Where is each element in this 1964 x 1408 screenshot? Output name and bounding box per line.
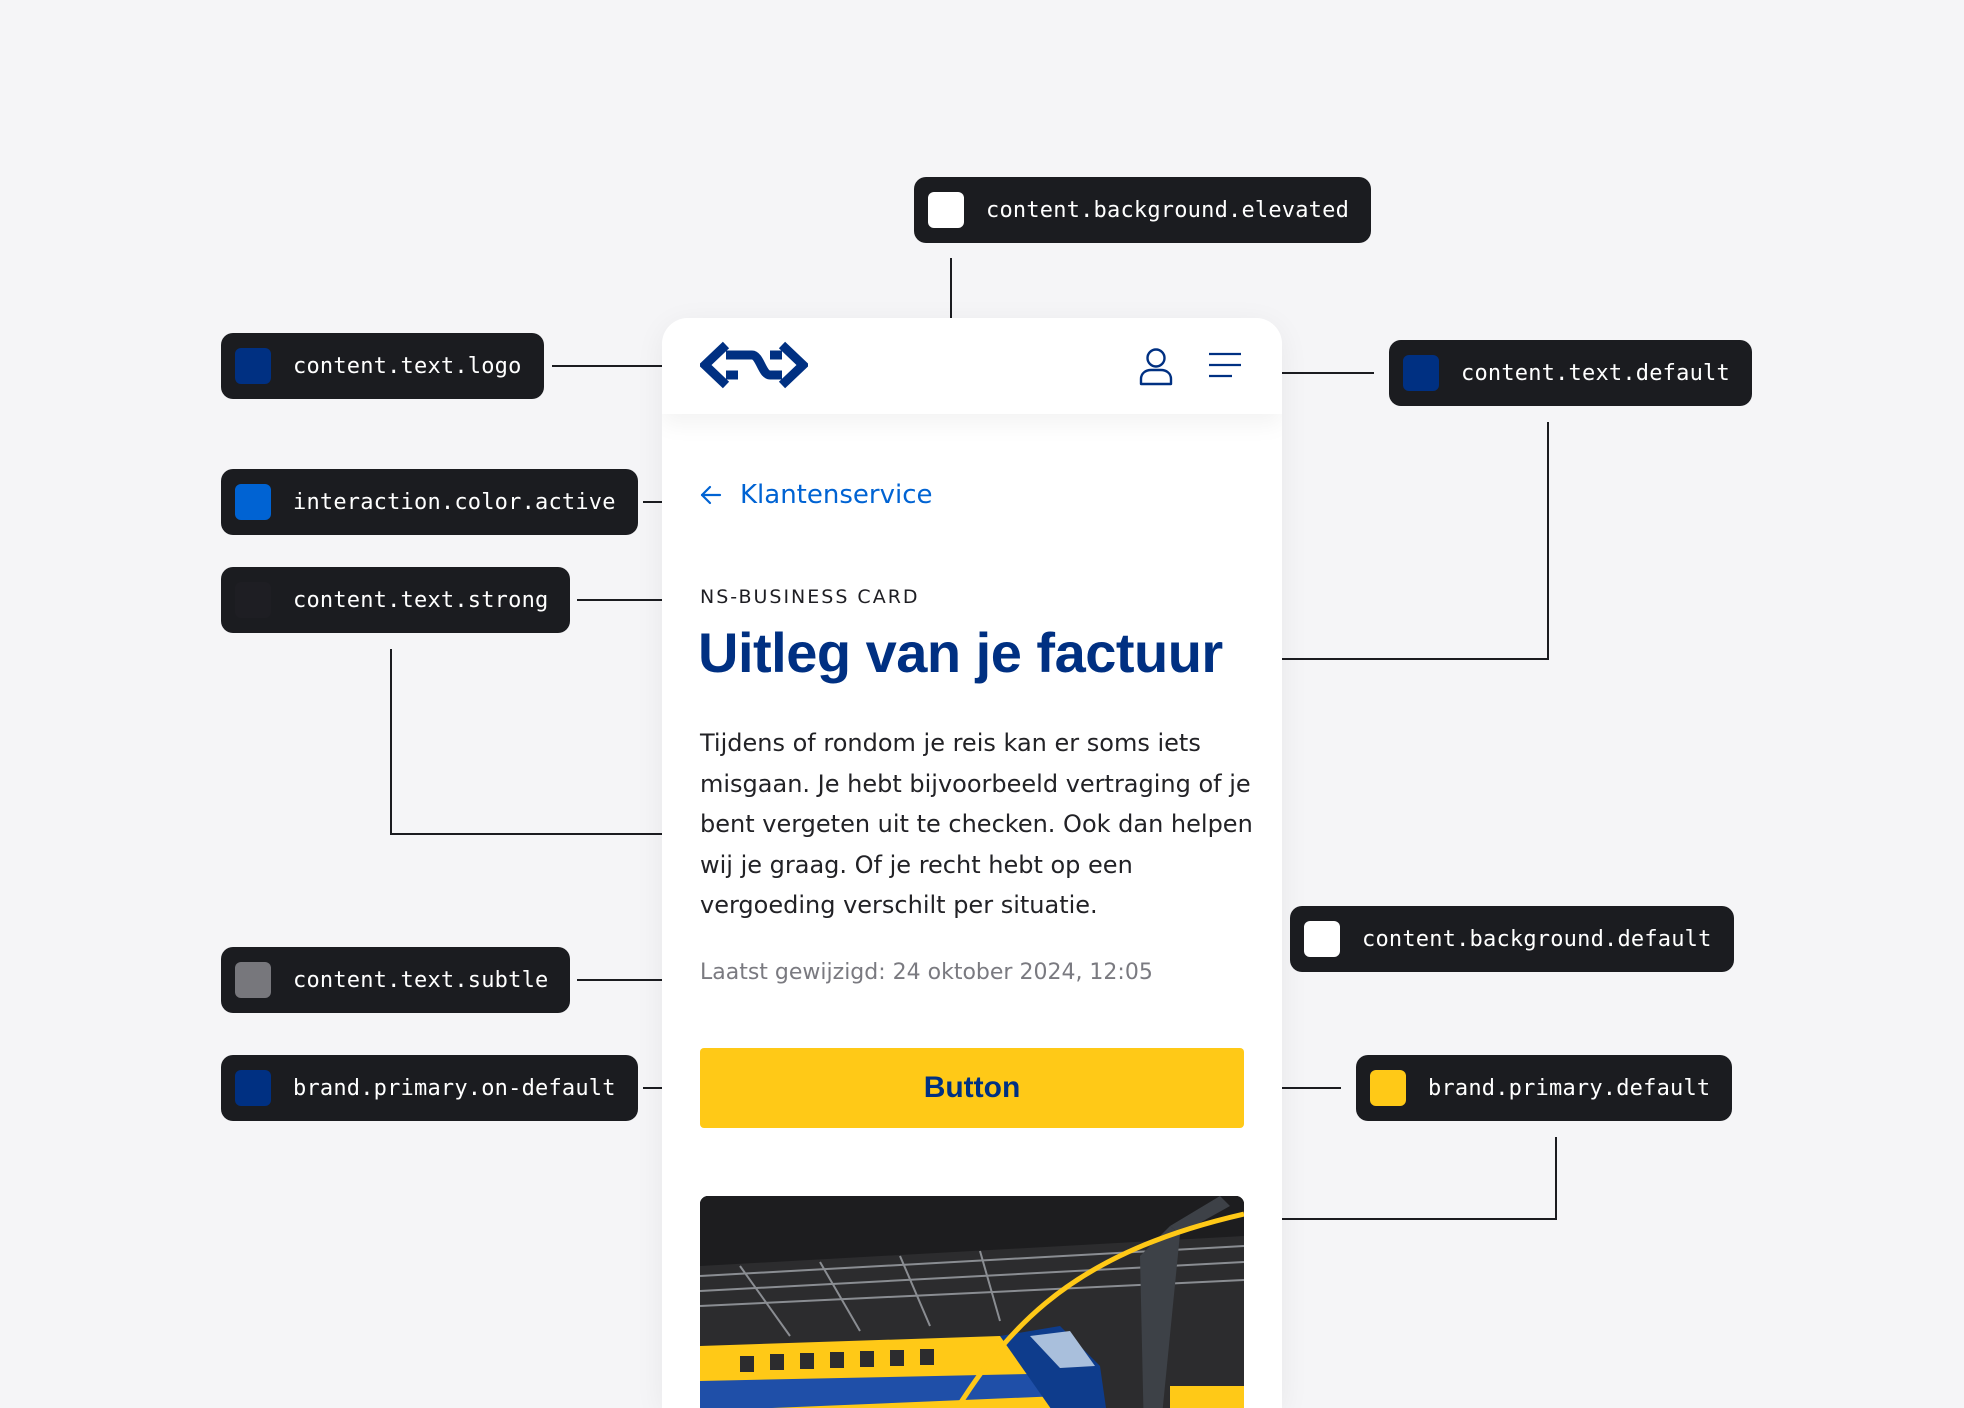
page-title: Uitleg van je factuur <box>698 621 1223 684</box>
color-swatch <box>235 962 271 998</box>
token-text-strong: content.text.strong <box>221 567 571 633</box>
color-swatch <box>1403 355 1439 391</box>
token-background-default: content.background.default <box>1290 906 1734 972</box>
token-interaction-active: interaction.color.active <box>221 469 638 535</box>
token-name: content.background.elevated <box>986 197 1350 223</box>
token-name: content.text.logo <box>293 353 522 379</box>
token-background-elevated: content.background.elevated <box>914 177 1372 243</box>
body-text: Tijdens of rondom je reis kan er soms ie… <box>700 729 1253 919</box>
token-text-logo: content.text.logo <box>221 333 544 399</box>
arrow-left-icon <box>700 485 722 505</box>
token-primary-default: brand.primary.default <box>1356 1055 1733 1121</box>
token-text-subtle: content.text.subtle <box>221 947 571 1013</box>
color-swatch <box>1304 921 1340 957</box>
token-name: content.text.subtle <box>293 967 549 993</box>
back-link[interactable]: Klantenservice <box>700 480 933 510</box>
token-text-default: content.text.default <box>1389 340 1752 406</box>
color-swatch <box>235 1070 271 1106</box>
token-name: content.text.strong <box>293 587 549 613</box>
phone-screen: Klantenservice NS-BUSINESS CARD Uitleg v… <box>662 318 1282 1408</box>
app-header <box>662 318 1282 414</box>
back-link-label[interactable]: Klantenservice <box>740 480 933 510</box>
eyebrow-label: NS-BUSINESS CARD <box>700 586 920 608</box>
token-name: content.background.default <box>1362 926 1712 952</box>
ns-logo-icon[interactable] <box>700 340 808 390</box>
color-swatch <box>928 192 964 228</box>
menu-icon[interactable] <box>1208 351 1242 379</box>
color-swatch <box>235 348 271 384</box>
token-name: interaction.color.active <box>293 489 616 515</box>
token-name: brand.primary.on-default <box>293 1075 616 1101</box>
token-primary-on-default: brand.primary.on-default <box>221 1055 638 1121</box>
color-swatch <box>235 484 271 520</box>
token-name: brand.primary.default <box>1428 1075 1711 1101</box>
color-swatch <box>1370 1070 1406 1106</box>
last-modified-text: Laatst gewijzigd: 24 oktober 2024, 12:05 <box>700 960 1153 985</box>
primary-button[interactable]: Button <box>700 1048 1244 1128</box>
user-icon[interactable] <box>1138 346 1174 386</box>
color-swatch <box>235 582 271 618</box>
token-name: content.text.default <box>1461 360 1730 386</box>
train-photo <box>700 1196 1244 1408</box>
